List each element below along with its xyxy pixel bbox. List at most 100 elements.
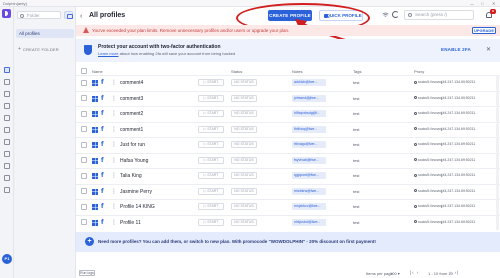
profile-note[interactable]: nhkjvsbcl@fwe... bbox=[292, 218, 326, 226]
column-header-notes[interactable]: Notes bbox=[292, 69, 302, 74]
quick-profile-button[interactable]: QUICK PROFILE bbox=[319, 10, 363, 21]
profile-tag[interactable]: test bbox=[353, 127, 359, 132]
table-row[interactable]: f ⋮ comment2 ▷ START NO STATUS hlfhcpxbsdg@f.… bbox=[76, 106, 500, 120]
row-checkbox[interactable] bbox=[81, 141, 87, 148]
profile-note[interactable]: jofnwnd@jfwe... bbox=[292, 94, 326, 102]
profile-name[interactable]: comment1 bbox=[120, 127, 143, 133]
profile-tag[interactable]: test bbox=[353, 111, 359, 116]
profile-name[interactable]: comment2 bbox=[120, 111, 143, 117]
profile-name[interactable]: Hafsa Young bbox=[120, 158, 148, 164]
more-options-icon[interactable]: ⋮ bbox=[111, 95, 117, 102]
close-icon[interactable]: ✕ bbox=[486, 46, 491, 53]
column-header-proxy[interactable]: Proxy bbox=[414, 69, 424, 74]
table-row[interactable]: f ⋮ comment1 ▷ START NO STATUS fhfkhcq@fwe...… bbox=[76, 121, 500, 136]
row-checkbox[interactable] bbox=[81, 126, 87, 132]
upgrade-button[interactable]: UPGRADE bbox=[472, 27, 496, 34]
enable-2fa-button[interactable]: ENABLE 2FA bbox=[441, 47, 471, 52]
profile-tag[interactable]: test bbox=[353, 80, 359, 85]
start-button[interactable]: ▷ START bbox=[198, 218, 224, 226]
profile-name[interactable]: Profile 14 KING bbox=[120, 204, 155, 210]
pagination-prev[interactable]: |‹ ‹ bbox=[410, 270, 419, 275]
row-checkbox[interactable] bbox=[81, 157, 87, 163]
settings-nav-icon[interactable] bbox=[4, 175, 10, 181]
automation-nav-icon[interactable] bbox=[4, 91, 10, 97]
api-nav-icon[interactable] bbox=[4, 151, 10, 157]
help-nav-icon[interactable] bbox=[4, 187, 10, 193]
status-badge[interactable]: NO STATUS bbox=[231, 218, 257, 226]
start-button[interactable]: ▷ START bbox=[198, 187, 224, 195]
profile-note[interactable]: fhfkhcq@fwe... bbox=[292, 125, 326, 133]
profile-proxy[interactable]: socks5://cvcwq[#4.247.134.69:50211 bbox=[414, 80, 475, 84]
table-row[interactable]: f ⋮ Profile 14 KING ▷ START NO STATUS mnjxbkc… bbox=[76, 199, 500, 213]
start-button[interactable]: ▷ START bbox=[198, 172, 224, 179]
column-header-tags[interactable]: Tags bbox=[353, 69, 361, 74]
row-checkbox[interactable] bbox=[81, 79, 87, 86]
table-row[interactable]: f ⋮ Jasmine Perry ▷ START NO STATUS rrtwbkrw@… bbox=[76, 183, 500, 198]
start-button[interactable]: ▷ START bbox=[198, 94, 224, 102]
profile-name[interactable]: Profile 11 bbox=[120, 220, 141, 226]
more-options-icon[interactable]: ⋮ bbox=[111, 157, 117, 164]
profile-name[interactable]: comment3 bbox=[120, 96, 143, 102]
status-badge[interactable]: NO STATUS bbox=[231, 79, 257, 86]
minimize-button[interactable]: — bbox=[470, 0, 474, 7]
more-options-icon[interactable]: ⋮ bbox=[111, 219, 117, 226]
start-button[interactable]: ▷ START bbox=[198, 141, 224, 148]
learn-more-link[interactable]: Learn more bbox=[98, 51, 118, 56]
profile-name[interactable]: Just for run bbox=[120, 142, 145, 148]
profile-note[interactable]: rrtwbkrw@fwe... bbox=[292, 187, 326, 195]
close-window-button[interactable]: ✕ bbox=[492, 0, 495, 7]
profile-proxy[interactable]: socks5://cvcwq[#4.247.134.69:50211 bbox=[414, 220, 475, 224]
more-options-icon[interactable]: ⋮ bbox=[111, 188, 117, 195]
profile-note[interactable]: qgjqcxnt@fwe... bbox=[292, 172, 326, 179]
more-options-icon[interactable]: ⋮ bbox=[111, 172, 117, 179]
row-checkbox[interactable] bbox=[81, 95, 87, 101]
profile-proxy[interactable]: socks5://cvcwq[#4.247.134.69:50211 bbox=[414, 127, 475, 131]
profiles-nav-icon[interactable] bbox=[4, 67, 10, 73]
profile-proxy[interactable]: socks5://cvcwq[#4.247.134.69:50211 bbox=[414, 204, 475, 208]
status-badge[interactable]: NO STATUS bbox=[231, 203, 257, 210]
profile-note[interactable]: fsyvfvab@fwe... bbox=[292, 156, 326, 164]
profile-proxy[interactable]: socks5://cvcwq[#4.247.134.69:50211 bbox=[414, 142, 475, 146]
profile-proxy[interactable]: socks5://cvcwq[#4.247.134.69:50211 bbox=[414, 189, 475, 193]
start-button[interactable]: ▷ START bbox=[198, 203, 224, 210]
avatar[interactable]: P1 bbox=[2, 254, 12, 264]
row-checkbox[interactable] bbox=[81, 172, 87, 179]
select-all-checkbox[interactable] bbox=[81, 68, 87, 74]
row-checkbox[interactable] bbox=[81, 219, 87, 225]
column-header-status[interactable]: Status bbox=[231, 69, 242, 74]
profile-note[interactable]: hlfhcpxbsdg@f... bbox=[292, 110, 326, 117]
sync-icon[interactable] bbox=[392, 11, 399, 18]
profile-note[interactable]: add4vb@fwe... bbox=[292, 79, 326, 86]
status-badge[interactable]: NO STATUS bbox=[231, 187, 257, 195]
more-options-icon[interactable]: ⋮ bbox=[111, 126, 117, 133]
start-button[interactable]: ▷ START bbox=[198, 156, 224, 164]
add-profiles-icon[interactable]: + bbox=[85, 237, 94, 246]
table-scrollbar[interactable] bbox=[496, 75, 499, 230]
profile-tag[interactable]: test bbox=[353, 96, 359, 101]
profile-name[interactable]: Jasmine Perry bbox=[120, 189, 152, 195]
extensions-nav-icon[interactable] bbox=[4, 115, 10, 121]
cookies-nav-icon[interactable] bbox=[4, 103, 10, 109]
folder-search-input[interactable]: Folder bbox=[17, 11, 61, 19]
back-icon[interactable]: ‹ bbox=[80, 13, 82, 20]
table-row[interactable]: f ⋮ comment3 ▷ START NO STATUS jofnwnd@jfwe..… bbox=[76, 90, 500, 105]
column-header-name[interactable]: Name bbox=[92, 69, 103, 74]
chat-nav-icon[interactable] bbox=[4, 127, 10, 133]
row-checkbox[interactable] bbox=[81, 110, 87, 117]
profile-proxy[interactable]: socks5://cvcwq[#4.247.134.69:50211 bbox=[414, 173, 475, 177]
folder-item-all-profiles[interactable]: All profiles bbox=[16, 29, 74, 38]
status-badge[interactable]: NO STATUS bbox=[231, 156, 257, 164]
status-badge[interactable]: NO STATUS bbox=[231, 110, 257, 117]
more-options-icon[interactable]: ⋮ bbox=[111, 203, 117, 210]
table-row[interactable]: f ⋮ Talia King ▷ START NO STATUS qgjqcxnt@fwe… bbox=[76, 168, 500, 182]
status-badge[interactable]: NO STATUS bbox=[231, 172, 257, 179]
search-input[interactable]: Search (press /) bbox=[404, 10, 474, 20]
more-options-icon[interactable]: ⋮ bbox=[111, 110, 117, 117]
start-button[interactable]: ▷ START bbox=[198, 110, 224, 117]
run-logs-button[interactable]: Run logs bbox=[79, 270, 95, 276]
create-profile-button[interactable]: CREATE PROFILE bbox=[268, 10, 312, 21]
profile-note[interactable]: rtbvagc@fwe... bbox=[292, 141, 326, 148]
profile-tag[interactable]: test bbox=[353, 142, 359, 147]
row-checkbox[interactable] bbox=[81, 188, 87, 194]
add-folder-button[interactable] bbox=[64, 11, 73, 19]
